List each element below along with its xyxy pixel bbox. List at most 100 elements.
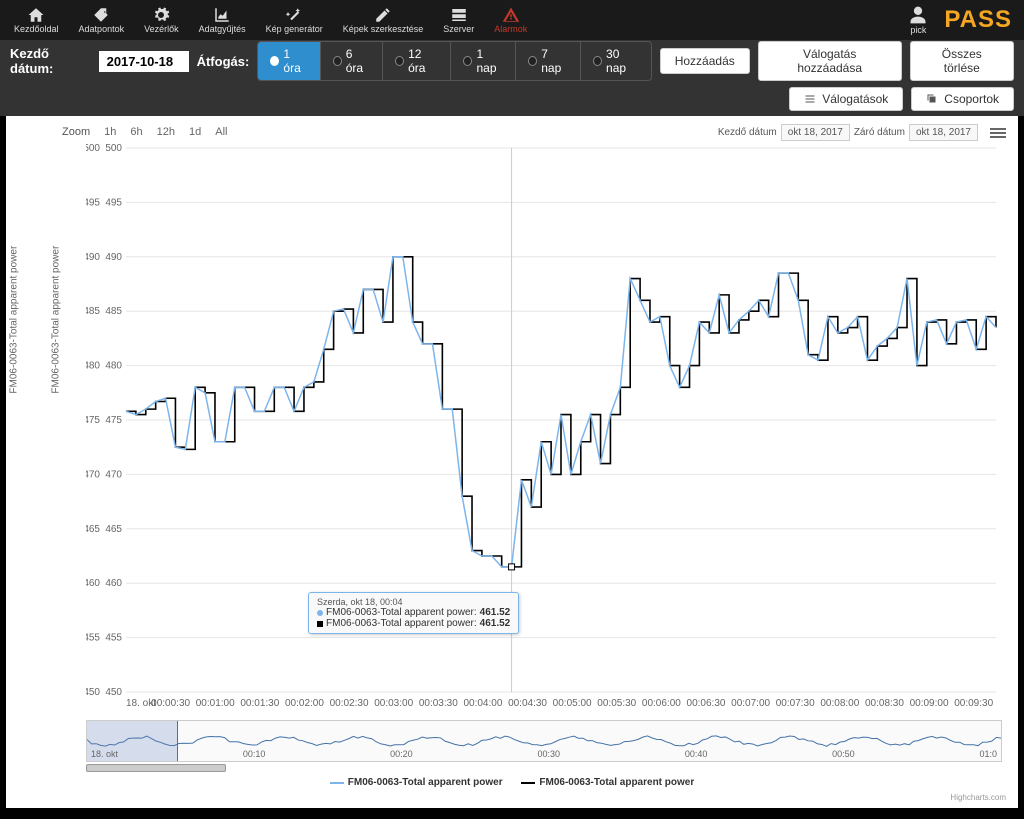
nav-label: Adatgyűjtés — [199, 24, 246, 34]
chart-tooltip: Szerda, okt 18, 00:04 FM06-0063-Total ap… — [308, 592, 519, 634]
delete-all-button[interactable]: Összes törlése — [910, 41, 1014, 81]
logo: PASS — [936, 6, 1020, 34]
zoom-1h[interactable]: 1h — [98, 124, 122, 140]
start-date-input[interactable] — [99, 51, 189, 72]
svg-text:00:05:00: 00:05:00 — [553, 698, 592, 709]
series-dot-icon — [317, 610, 323, 616]
tag-icon — [92, 6, 110, 24]
nav-label: Kép generátor — [266, 24, 323, 34]
tooltip-value-2: 461.52 — [480, 618, 511, 629]
zoom-all[interactable]: All — [209, 124, 233, 140]
svg-text:00:06:00: 00:06:00 — [642, 698, 681, 709]
from-label: Kezdő dátum — [718, 127, 777, 138]
svg-text:00:05:30: 00:05:30 — [597, 698, 636, 709]
home-icon — [27, 6, 45, 24]
legend-label: FM06-0063-Total apparent power — [539, 777, 694, 788]
range-6h[interactable]: 6 óra — [321, 42, 383, 80]
zoom-label: Zoom — [56, 124, 96, 140]
range-radio-group: 1 óra 6 óra 12 óra 1 nap 7 nap 30 nap — [257, 41, 651, 81]
chart-plot[interactable]: 4504504554554604604654654704704754754804… — [86, 144, 1002, 712]
svg-text:00:03:30: 00:03:30 — [419, 698, 458, 709]
chart-menu-icon[interactable] — [990, 126, 1006, 140]
chart-credit: Highcharts.com — [950, 793, 1006, 802]
range-label: 12 óra — [408, 47, 438, 75]
nav-editor[interactable]: Képek szerkesztése — [333, 4, 434, 36]
to-label: Záró dátum — [854, 127, 905, 138]
navigator-ticks: 18. okt00:1000:2000:3000:4000:5001:0 — [87, 749, 1001, 759]
svg-text:475: 475 — [105, 415, 122, 426]
yaxis-label-1: FM06-0063-Total apparent power — [9, 246, 20, 394]
svg-text:500: 500 — [86, 144, 100, 154]
series-dot-icon — [317, 621, 323, 627]
nav-label: Képek szerkesztése — [343, 24, 424, 34]
nav-generator[interactable]: Kép generátor — [256, 4, 333, 36]
svg-text:00:09:00: 00:09:00 — [910, 698, 949, 709]
nav-label: Adatpontok — [79, 24, 125, 34]
svg-text:00:00:30: 00:00:30 — [151, 698, 190, 709]
range-7d[interactable]: 7 nap — [516, 42, 581, 80]
legend-line-icon — [330, 782, 344, 784]
navigator-scrollbar[interactable] — [86, 764, 226, 772]
groups-button[interactable]: Csoportok — [911, 87, 1014, 111]
range-label: 1 nap — [476, 47, 503, 75]
range-30d[interactable]: 30 nap — [581, 42, 651, 80]
svg-text:500: 500 — [105, 144, 122, 154]
nav-alarms[interactable]: Alarmok — [484, 4, 537, 36]
svg-text:00:06:30: 00:06:30 — [687, 698, 726, 709]
nav-controllers[interactable]: Vezérlők — [134, 4, 189, 36]
svg-text:00:04:00: 00:04:00 — [463, 698, 502, 709]
nav-datapoints[interactable]: Adatpontok — [69, 4, 135, 36]
svg-text:495: 495 — [86, 197, 100, 208]
svg-text:455: 455 — [86, 633, 100, 644]
range-1d[interactable]: 1 nap — [451, 42, 516, 80]
btn-label: Csoportok — [944, 92, 999, 106]
start-date-label: Kezdő dátum: — [10, 46, 91, 76]
add-button[interactable]: Hozzáadás — [660, 48, 750, 74]
user-label: pick — [910, 25, 926, 35]
legend-item-2[interactable]: FM06-0063-Total apparent power — [521, 777, 694, 788]
svg-text:465: 465 — [86, 524, 100, 535]
nav-collection[interactable]: Adatgyűjtés — [189, 4, 256, 36]
zoom-1d[interactable]: 1d — [183, 124, 207, 140]
svg-text:465: 465 — [105, 524, 122, 535]
svg-text:485: 485 — [86, 306, 100, 317]
from-date-input[interactable]: okt 18, 2017 — [781, 124, 850, 141]
svg-text:00:01:30: 00:01:30 — [240, 698, 279, 709]
svg-text:00:02:30: 00:02:30 — [330, 698, 369, 709]
range-12h[interactable]: 12 óra — [383, 42, 451, 80]
nav-home[interactable]: Kezdőoldal — [4, 4, 69, 36]
svg-text:450: 450 — [105, 687, 122, 698]
tooltip-value-1: 461.52 — [480, 607, 511, 618]
zoom-12h[interactable]: 12h — [151, 124, 181, 140]
wand-icon — [285, 6, 303, 24]
nav-user[interactable]: pick — [900, 3, 936, 37]
svg-text:480: 480 — [105, 361, 122, 372]
legend-item-1[interactable]: FM06-0063-Total apparent power — [330, 777, 503, 788]
svg-text:00:04:30: 00:04:30 — [508, 698, 547, 709]
add-selection-button[interactable]: Válogatás hozzáadása — [758, 41, 902, 81]
chart-legend: FM06-0063-Total apparent power FM06-0063… — [6, 776, 1018, 789]
svg-text:455: 455 — [105, 633, 122, 644]
tooltip-series-2: FM06-0063-Total apparent power: — [326, 618, 477, 629]
copy-icon — [926, 93, 938, 105]
range-label: 7 nap — [541, 47, 568, 75]
range-1h[interactable]: 1 óra — [258, 42, 320, 80]
date-range-display: Kezdő dátum okt 18, 2017 Záró dátum okt … — [718, 124, 978, 141]
radio-dot-icon — [593, 56, 602, 66]
svg-text:00:07:00: 00:07:00 — [731, 698, 770, 709]
to-date-input[interactable]: okt 18, 2017 — [909, 124, 978, 141]
svg-text:450: 450 — [86, 687, 100, 698]
selections-button[interactable]: Válogatások — [789, 87, 903, 111]
chart-navigator[interactable]: 18. okt00:1000:2000:3000:4000:5001:0 — [86, 720, 1002, 762]
svg-text:00:03:00: 00:03:00 — [374, 698, 413, 709]
svg-text:495: 495 — [105, 197, 122, 208]
zoom-6h[interactable]: 6h — [124, 124, 148, 140]
chart-container: Zoom 1h 6h 12h 1d All Kezdő dátum okt 18… — [6, 116, 1018, 808]
svg-text:485: 485 — [105, 306, 122, 317]
svg-text:490: 490 — [86, 252, 100, 263]
svg-text:470: 470 — [105, 469, 122, 480]
nav-server[interactable]: Szerver — [433, 4, 484, 36]
chart-icon — [213, 6, 231, 24]
radio-dot-icon — [463, 56, 472, 66]
list-icon — [804, 93, 816, 105]
